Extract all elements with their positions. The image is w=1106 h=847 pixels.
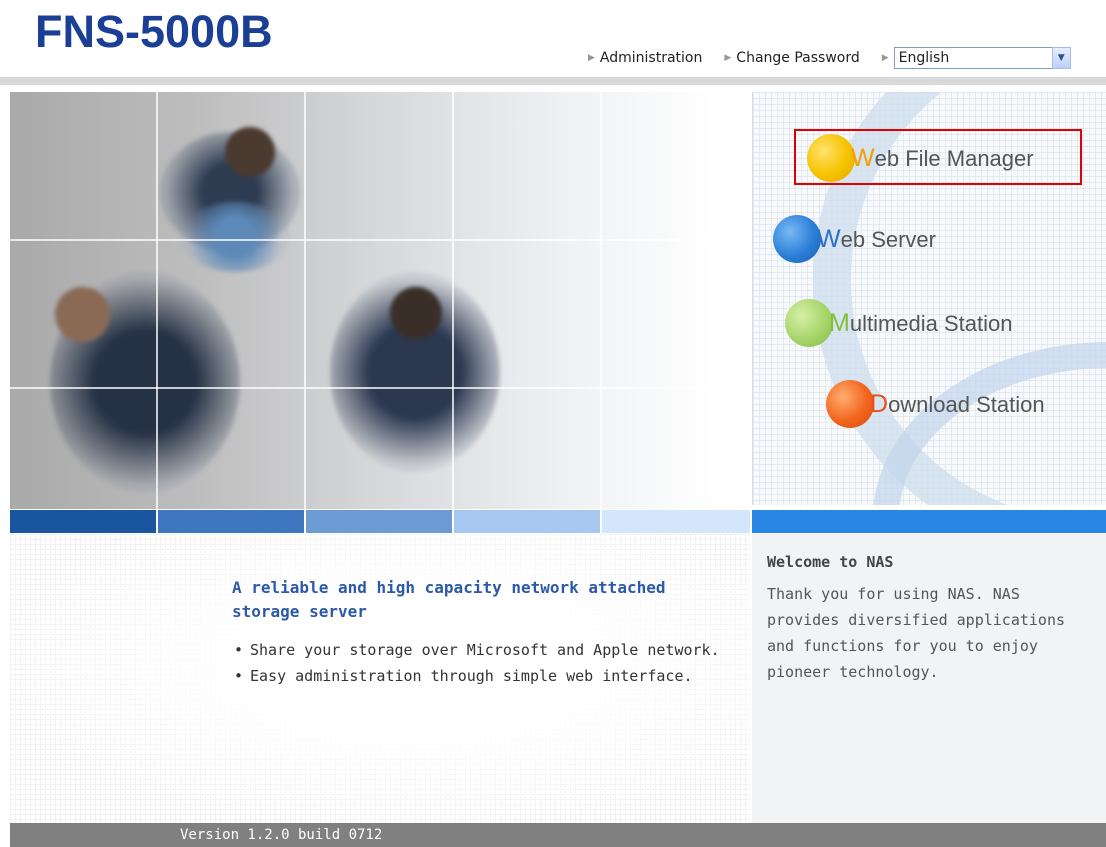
- color-bar-segment: [158, 510, 304, 533]
- footer: Version 1.2.0 build 0712: [10, 823, 1106, 847]
- product-logo: FNS-5000B: [35, 6, 273, 57]
- welcome-title: Welcome to NAS: [767, 553, 894, 571]
- feature-list: • Share your storage over Microsoft and A…: [232, 638, 732, 690]
- list-item: • Easy administration through simple web …: [234, 667, 693, 685]
- top-links: ▶ Administration ▶ Change Password ▶ Eng…: [588, 47, 1071, 69]
- arrow-icon: ▶: [881, 53, 889, 63]
- color-bar-segment: [752, 510, 1106, 533]
- selection-highlight: [794, 129, 1082, 185]
- multimedia-station-label: Multimedia Station: [829, 308, 1013, 337]
- administration-link[interactable]: ▶ Administration: [588, 50, 702, 66]
- welcome-text: Thank you for using NAS. NAS provides di…: [767, 585, 1066, 681]
- arrow-icon: ▶: [588, 53, 595, 63]
- color-bar-segment: [454, 510, 600, 533]
- header-divider: [0, 77, 1106, 85]
- download-station-button[interactable]: Download Station: [826, 380, 1045, 428]
- color-bar: [10, 510, 1106, 533]
- download-station-label: Download Station: [870, 389, 1045, 418]
- web-server-label: Web Server: [817, 224, 936, 253]
- list-item: • Share your storage over Microsoft and A…: [234, 641, 720, 659]
- language-value: English: [898, 50, 950, 66]
- change-password-link[interactable]: ▶ Change Password: [724, 50, 859, 66]
- hero-photo: [10, 92, 750, 509]
- arrow-icon: ▶: [724, 53, 732, 63]
- color-bar-segment: [306, 510, 452, 533]
- multimedia-station-icon: [785, 299, 833, 347]
- administration-label: Administration: [599, 50, 703, 66]
- photo-grid: [10, 92, 750, 509]
- version-text: Version 1.2.0 build 0712: [180, 827, 383, 843]
- header: FNS-5000B ▶ Administration ▶ Change Pass…: [0, 0, 1106, 77]
- product-tagline: A reliable and high capacity network att…: [232, 578, 666, 621]
- change-password-label: Change Password: [736, 50, 860, 66]
- chevron-down-icon[interactable]: ▼: [1051, 47, 1071, 69]
- language-select[interactable]: English ▼: [893, 47, 1071, 69]
- web-server-button[interactable]: Web Server: [773, 215, 936, 263]
- color-bar-segment: [10, 510, 156, 533]
- web-server-icon: [773, 215, 821, 263]
- color-bar-segment: [602, 510, 750, 533]
- download-station-icon: [826, 380, 874, 428]
- multimedia-station-button[interactable]: Multimedia Station: [785, 299, 1012, 347]
